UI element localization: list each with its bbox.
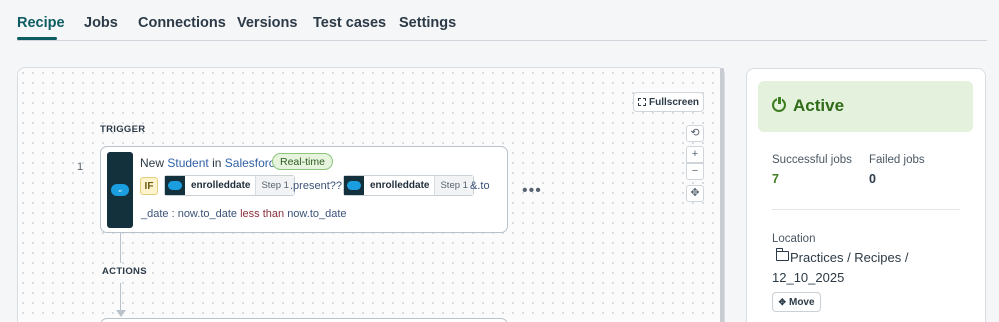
reset-view-button[interactable]: ⟲: [686, 125, 704, 142]
trigger-title-prefix: New: [140, 156, 165, 170]
fullscreen-label: Fullscreen: [648, 96, 700, 108]
tab-connections[interactable]: Connections: [138, 15, 226, 31]
failed-jobs-label: Failed jobs: [869, 154, 925, 166]
step-number: 1: [77, 161, 84, 173]
datapill-enrolleddate[interactable]: enrolleddate Step 1: [164, 175, 295, 196]
condition-expression: _date : now.to_date: [141, 208, 238, 220]
condition-mid-text: .present??: [290, 180, 342, 192]
actions-section-label: ACTIONS: [102, 266, 147, 277]
salesforce-logo-icon: sf: [111, 184, 129, 196]
tab-test-cases[interactable]: Test cases: [313, 15, 386, 31]
condition-operator: less than: [240, 208, 285, 220]
tab-bar: Recipe Jobs Connections Versions Test ca…: [0, 0, 999, 42]
tab-jobs[interactable]: Jobs: [84, 15, 118, 31]
condition-line-2: _date : now.to_date less than now.to_dat…: [141, 208, 347, 220]
power-icon: [772, 96, 786, 112]
move-button[interactable]: ✥ Move: [772, 292, 821, 312]
condition-value: now.to_date: [287, 208, 347, 220]
fit-view-button[interactable]: ✥: [686, 185, 704, 202]
trigger-title: New Student in Salesforce: [140, 156, 281, 170]
tab-divider: [17, 40, 987, 41]
datapill-step: Step 1: [434, 176, 473, 195]
tab-recipe[interactable]: Recipe: [17, 15, 65, 31]
datapill-name: enrolleddate: [191, 180, 251, 191]
status-box: [758, 81, 973, 132]
datapill-name: enrolleddate: [370, 180, 430, 191]
datapill-enrolleddate-2[interactable]: enrolleddate Step 1: [343, 175, 474, 196]
salesforce-pill-icon: [165, 176, 185, 195]
panel-divider: [772, 209, 960, 210]
expand-icon: [637, 98, 646, 106]
successful-jobs-count[interactable]: 7: [772, 172, 779, 186]
move-label: Move: [788, 296, 815, 308]
connector-line: [120, 283, 121, 311]
failed-jobs-count[interactable]: 0: [869, 172, 876, 186]
fullscreen-button[interactable]: Fullscreen: [633, 92, 704, 112]
connector-line: [120, 233, 121, 263]
zoom-in-button[interactable]: +: [686, 146, 704, 163]
zoom-out-button[interactable]: −: [686, 163, 704, 180]
app-icon-strip: sf: [107, 152, 133, 228]
realtime-badge: Real-time: [272, 153, 333, 170]
canvas-scrollbar[interactable]: [720, 68, 724, 322]
more-options-icon[interactable]: •••: [522, 182, 542, 200]
action-step-card[interactable]: [100, 318, 508, 322]
location-path[interactable]: Practices / Recipes / 12_10_2025: [772, 248, 922, 288]
datapill-step: Step 1: [255, 176, 294, 195]
move-icon: ✥: [778, 296, 786, 307]
trigger-title-mid: in: [212, 156, 222, 170]
status-label: Active: [793, 96, 845, 115]
condition-tail-text: &.to: [470, 180, 490, 192]
trigger-section-label: TRIGGER: [100, 124, 146, 135]
location-label: Location: [772, 233, 816, 245]
tab-versions[interactable]: Versions: [237, 15, 297, 31]
tab-settings[interactable]: Settings: [399, 15, 456, 31]
salesforce-pill-icon: [344, 176, 364, 195]
arrow-down-icon: [116, 310, 126, 317]
successful-jobs-label: Successful jobs: [772, 154, 852, 166]
if-badge: IF: [140, 177, 158, 195]
trigger-object: Student: [167, 156, 209, 170]
